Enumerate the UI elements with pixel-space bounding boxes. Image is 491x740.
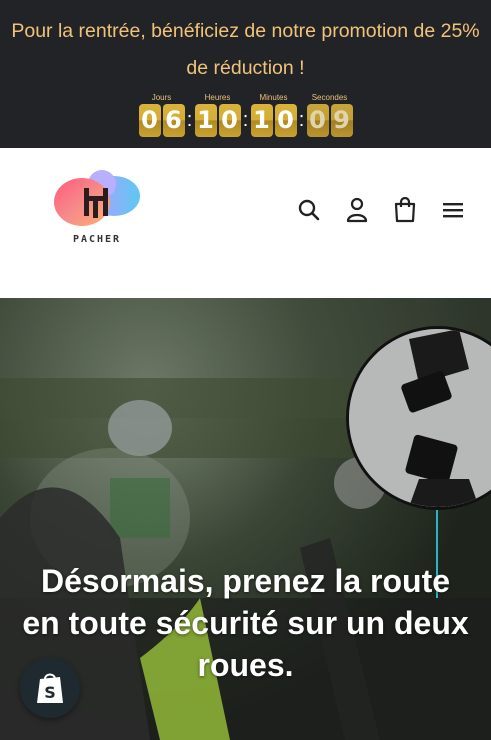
countdown-separator: : (186, 109, 193, 131)
countdown-seconds: Secondes 0 9 (306, 93, 353, 137)
days-digit-2: 6 (162, 104, 185, 137)
site-header: PACHER (0, 148, 491, 298)
seconds-digit-2: 9 (330, 104, 353, 137)
seconds-digit-1: 0 (306, 104, 329, 137)
logo-cloud-icon (54, 170, 140, 226)
hours-label: Heures (204, 93, 231, 102)
menu-icon[interactable] (439, 196, 467, 224)
minutes-digit-1: 1 (250, 104, 273, 137)
countdown-hours: Heures 1 0 (194, 93, 241, 137)
logo-text: PACHER (72, 234, 122, 245)
countdown-days: Jours 0 6 (138, 93, 185, 137)
hero-title: Désormais, prenez la route en toute sécu… (22, 563, 469, 683)
search-icon[interactable] (295, 196, 323, 224)
svg-text:S: S (44, 683, 56, 702)
seconds-label: Secondes (311, 93, 348, 102)
store-logo[interactable]: PACHER (52, 166, 142, 248)
account-icon[interactable] (343, 196, 371, 224)
countdown-minutes: Minutes 1 0 (250, 93, 297, 137)
shopify-badge[interactable]: S (20, 658, 80, 718)
announcement-bar: Pour la rentrée, bénéficiez de notre pro… (0, 0, 491, 148)
hours-digit-2: 0 (218, 104, 241, 137)
shopify-icon: S (37, 673, 63, 703)
promo-text: Pour la rentrée, bénéficiez de notre pro… (11, 20, 480, 79)
countdown-separator: : (298, 109, 305, 131)
header-actions (295, 196, 467, 224)
minutes-digit-2: 0 (274, 104, 297, 137)
buckle-icon (349, 329, 491, 507)
days-digit-1: 0 (138, 104, 161, 137)
days-label: Jours (151, 93, 172, 102)
cart-icon[interactable] (391, 196, 419, 224)
countdown-separator: : (242, 109, 249, 131)
countdown-timer: Jours 0 6 : Heures 1 0 : Minutes 1 0 : S… (0, 93, 491, 137)
hours-digit-1: 1 (194, 104, 217, 137)
minutes-label: Minutes (259, 93, 288, 102)
